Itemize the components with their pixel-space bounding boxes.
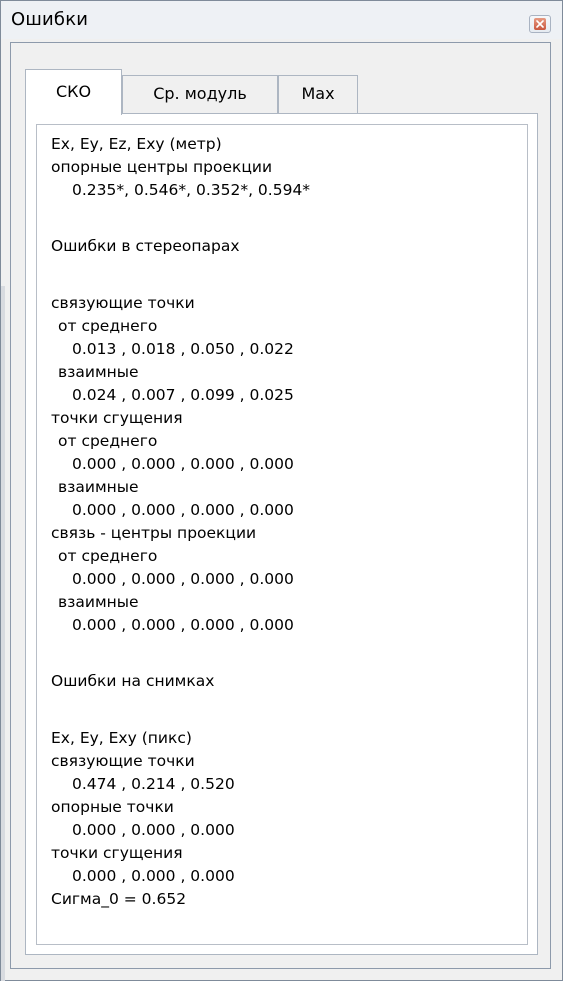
report-line: Ex, Ey, Ez, Exy (метр) [51,135,222,153]
report-line: 0.000 , 0.000 , 0.000 , 0.000 [72,570,294,588]
report-line: 0.235*, 0.546*, 0.352*, 0.594* [72,181,311,199]
report-line: 0.000 , 0.000 , 0.000 , 0.000 [72,455,294,473]
report-line: 0.474 , 0.214 , 0.520 [72,775,235,793]
report-line: Сигма_0 = 0.652 [51,890,187,908]
report-line: связь - центры проекции [51,524,257,542]
report-line: взаимные [58,593,139,611]
left-edge-strip [1,286,5,981]
tab-sko[interactable]: СКО [25,69,122,115]
report-line: связующие точки [51,294,195,312]
report-line: точки сгущения [51,844,183,862]
report-line: 0.000 , 0.000 , 0.000 , 0.000 [72,616,294,634]
report-line: Ex, Ey, Exy (пикс) [51,729,192,747]
tab-mean-abs[interactable]: Ср. модуль [122,75,278,113]
report-line: 0.024 , 0.007 , 0.099 , 0.025 [72,386,294,404]
tab-max[interactable]: Max [278,75,358,113]
report-line: от среднего [58,432,158,450]
report-line: от среднего [58,547,158,565]
title-bar[interactable]: Ошибки [1,1,562,39]
report-section-heading: Ошибки в стереопарах [51,237,240,255]
window-title: Ошибки [11,9,89,30]
report-line: 0.000 , 0.000 , 0.000 [72,821,235,839]
report-section-heading: Ошибки на снимках [51,672,215,690]
report-line: взаимные [58,478,139,496]
report-line: 0.000 , 0.000 , 0.000 , 0.000 [72,501,294,519]
report-line: от среднего [58,317,158,335]
report-line: связующие точки [51,752,195,770]
report-text-area[interactable]: Ex, Ey, Ez, Exy (метр) опорные центры пр… [36,124,528,945]
close-icon [534,18,546,30]
report-line: 0.013 , 0.018 , 0.050 , 0.022 [72,340,294,358]
close-button[interactable] [529,15,551,33]
report-line: 0.000 , 0.000 , 0.000 [72,867,235,885]
report-line: взаимные [58,363,139,381]
report-line: точки сгущения [51,409,183,427]
report-line: опорные центры проекции [51,158,273,176]
report-line: опорные точки [51,798,174,816]
